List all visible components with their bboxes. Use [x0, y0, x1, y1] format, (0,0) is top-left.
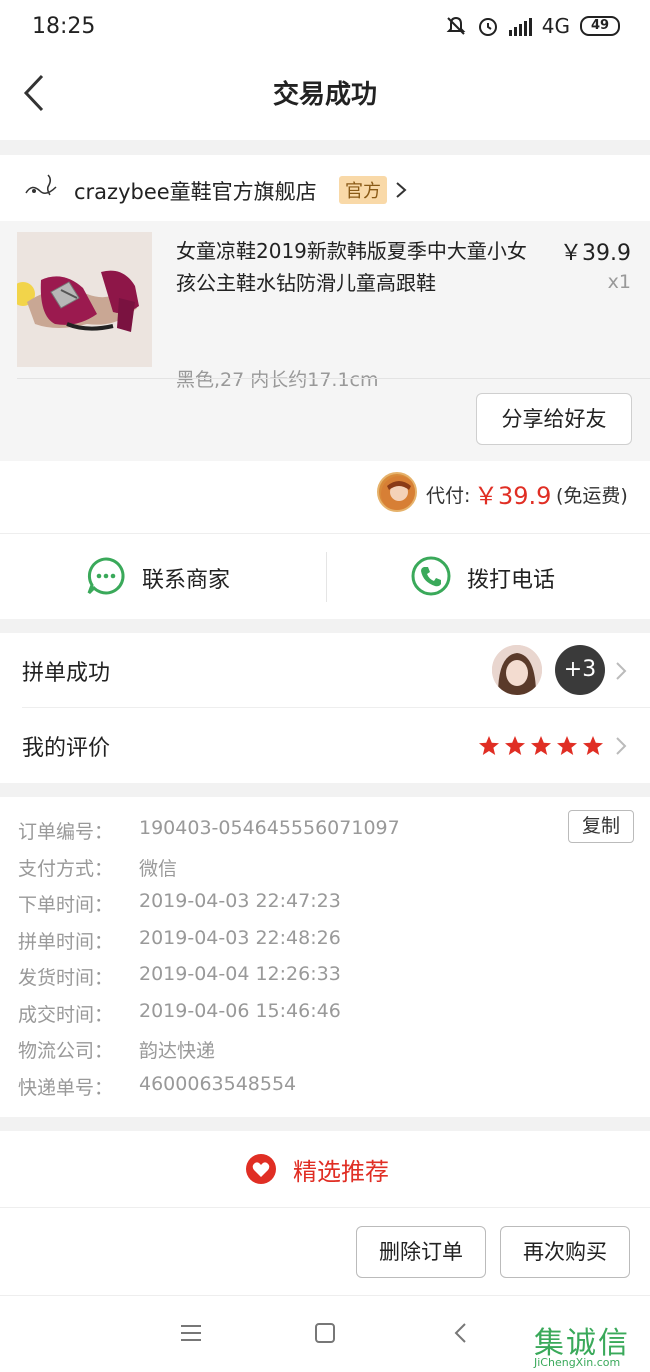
- star-icon: [583, 736, 603, 755]
- signal-icon: [508, 16, 532, 36]
- watermark-site: JiChengXin.com: [534, 1356, 621, 1369]
- shipping-note: (免运费): [556, 485, 628, 507]
- star-icon: [479, 736, 499, 755]
- share-button[interactable]: 分享给好友: [476, 393, 632, 445]
- phone-icon: [411, 556, 451, 596]
- store-header[interactable]: crazybee童鞋官方旗舰店 官方: [0, 155, 650, 221]
- payment-row: 代付: ￥39.9 (免运费): [0, 461, 650, 533]
- mute-icon: [446, 16, 466, 35]
- group-success-label: 拼单成功: [22, 661, 111, 686]
- order-info-row: 成交时间： 2019-04-06 15:46:46: [18, 980, 638, 1026]
- status-time: 18:25: [32, 14, 96, 39]
- goods-quantity: x1: [607, 271, 631, 293]
- back-nav-icon[interactable]: [448, 1320, 474, 1346]
- goods-price: ￥39.9: [560, 241, 631, 266]
- payer-avatar: [377, 472, 417, 512]
- group-section: 拼单成功 +3 我的评价: [0, 633, 650, 783]
- star-icon: [531, 736, 551, 755]
- official-badge: 官方: [339, 176, 387, 204]
- my-review-row[interactable]: 我的评价: [0, 708, 650, 783]
- order-info-row: 物流公司： 韵达快递: [18, 1016, 638, 1062]
- payment-amount: ￥39.9: [474, 482, 552, 510]
- call-phone-label: 拨打电话: [467, 568, 556, 593]
- group-success-row[interactable]: 拼单成功 +3: [0, 633, 650, 708]
- page-header: 交易成功: [0, 54, 650, 140]
- battery-indicator: 49: [580, 16, 620, 36]
- watermark-logo: 集诚信 JiChengXin.com: [534, 1318, 646, 1372]
- chevron-right-icon: [616, 662, 627, 680]
- order-info-key: 快递单号：: [18, 1076, 114, 1099]
- avatar: [492, 645, 542, 695]
- bottom-actions: 删除订单 再次购买: [0, 1207, 650, 1295]
- rating-stars: [478, 735, 604, 757]
- contact-row: 联系商家 拨打电话: [0, 533, 650, 619]
- home-square-icon[interactable]: [312, 1320, 338, 1346]
- sandal-image: [17, 232, 152, 367]
- star-icon: [557, 736, 577, 755]
- contact-merchant-button[interactable]: 联系商家: [0, 534, 325, 620]
- contact-merchant-label: 联系商家: [142, 568, 231, 593]
- order-info-row: 快递单号： 4600063548554: [18, 1053, 638, 1099]
- order-info-value: 4600063548554: [139, 1072, 297, 1095]
- recommend-heart-icon: [246, 1154, 276, 1184]
- my-review-label: 我的评价: [22, 736, 111, 761]
- goods-item[interactable]: 女童凉鞋2019新款韩版夏季中大童小女孩公主鞋水钻防滑儿童高跟鞋 黑色,27 内…: [0, 221, 650, 461]
- payment-label: 代付:: [426, 485, 471, 507]
- order-info-row: 支付方式： 微信: [18, 834, 638, 880]
- chevron-right-icon: [616, 737, 627, 755]
- store-card: crazybee童鞋官方旗舰店 官方 女童凉鞋2019新款韩版夏季中大童小女孩公…: [0, 155, 650, 461]
- page-title: 交易成功: [272, 80, 377, 110]
- menu-icon[interactable]: [178, 1320, 204, 1346]
- order-info-row: 订单编号： 190403-054645556071097: [18, 797, 638, 843]
- goods-image: [17, 232, 152, 367]
- order-info: 复制 订单编号： 190403-054645556071097 支付方式： 微信 下单时…: [0, 797, 650, 1117]
- store-name: crazybee童鞋官方旗舰店: [74, 180, 317, 204]
- alarm-icon: [478, 18, 497, 36]
- order-info-row: 拼单时间： 2019-04-03 22:48:26: [18, 907, 638, 953]
- rebuy-button[interactable]: 再次购买: [500, 1226, 630, 1278]
- goods-name: 女童凉鞋2019新款韩版夏季中大童小女孩公主鞋水钻防滑儿童高跟鞋: [176, 239, 527, 295]
- status-bar: 18:25 4G 49: [0, 0, 650, 54]
- recommend-section[interactable]: 精选推荐: [0, 1131, 650, 1207]
- order-info-row: 发货时间： 2019-04-04 12:26:33: [18, 943, 638, 989]
- delete-order-button[interactable]: 删除订单: [356, 1226, 486, 1278]
- star-icon: [505, 736, 525, 755]
- status-icons: 4G 49: [445, 14, 620, 38]
- recommend-label: 精选推荐: [293, 1158, 389, 1186]
- store-logo-icon: [25, 174, 57, 196]
- chat-icon: [87, 557, 125, 595]
- more-members-badge: +3: [555, 645, 605, 695]
- network-type: 4G: [541, 14, 570, 38]
- divider: [17, 378, 650, 379]
- chevron-right-icon: [396, 182, 407, 198]
- call-phone-button[interactable]: 拨打电话: [326, 534, 650, 620]
- order-info-row: 下单时间： 2019-04-03 22:47:23: [18, 870, 638, 916]
